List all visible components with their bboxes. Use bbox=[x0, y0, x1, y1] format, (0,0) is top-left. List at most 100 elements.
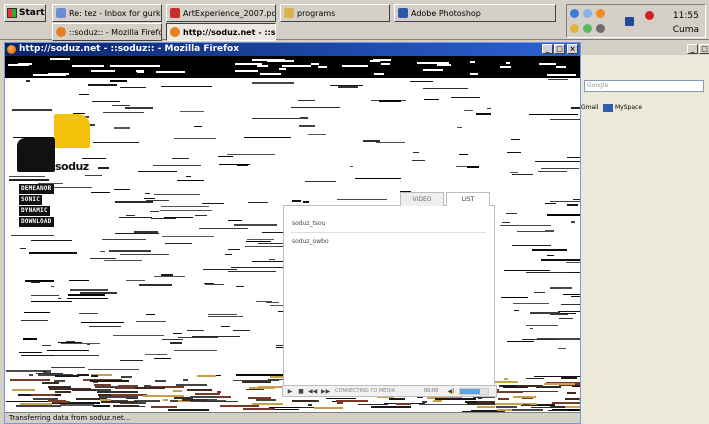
glitch-band-streak bbox=[29, 374, 33, 376]
speaker-icon[interactable]: ◀) bbox=[447, 387, 455, 396]
antivirus-icon[interactable] bbox=[645, 11, 654, 20]
glitch-streak bbox=[21, 320, 48, 321]
header-glitch-line bbox=[267, 60, 294, 62]
google-search-input[interactable]: Google bbox=[584, 80, 704, 92]
menu-item-dynamic[interactable]: DYNAMIC bbox=[19, 206, 50, 216]
glitch-streak bbox=[146, 200, 169, 201]
tray-icon[interactable] bbox=[570, 9, 579, 18]
tab-list[interactable]: LIST bbox=[446, 192, 490, 206]
glitch-band-streak bbox=[477, 406, 495, 408]
glitch-band-streak bbox=[155, 380, 166, 382]
glitch-band-streak bbox=[433, 400, 442, 402]
glitch-streak bbox=[31, 240, 72, 241]
playlist-item[interactable]: soduz_tsou bbox=[292, 220, 326, 227]
glitch-streak bbox=[237, 165, 248, 166]
forward-icon[interactable]: ▶▶ bbox=[321, 387, 330, 396]
close-button[interactable]: × bbox=[567, 44, 578, 54]
glitch-streak bbox=[467, 166, 479, 168]
bookmark-gmail[interactable]: Gmail bbox=[581, 104, 599, 111]
glitch-streak bbox=[305, 181, 336, 182]
glitch-streak bbox=[561, 313, 576, 314]
glitch-streak bbox=[134, 231, 158, 233]
volume-slider[interactable] bbox=[459, 388, 489, 395]
glitch-streak bbox=[120, 87, 146, 88]
minimize-button[interactable]: _ bbox=[542, 44, 553, 54]
glitch-streak bbox=[234, 224, 277, 226]
glitch-streak bbox=[512, 174, 533, 175]
glitch-streak bbox=[113, 335, 164, 336]
tray-icon[interactable] bbox=[570, 24, 579, 33]
glitch-streak bbox=[228, 249, 240, 250]
play-icon[interactable]: ▶ bbox=[286, 387, 294, 396]
glitch-streak bbox=[26, 80, 30, 82]
glitch-streak bbox=[195, 215, 207, 216]
glitch-streak bbox=[120, 254, 169, 255]
glitch-streak bbox=[567, 204, 578, 206]
glitch-band-streak bbox=[182, 399, 207, 401]
glitch-streak bbox=[204, 283, 214, 284]
glitch-band-streak bbox=[48, 386, 71, 388]
header-glitch-line bbox=[423, 69, 443, 71]
tray-icon[interactable] bbox=[583, 24, 592, 33]
taskbar-button-inbox[interactable]: Re: tez - Inbox for gurka... bbox=[52, 4, 162, 22]
tray-icon[interactable] bbox=[583, 9, 592, 18]
glitch-streak bbox=[180, 111, 204, 112]
glitch-streak bbox=[534, 376, 580, 377]
taskbar-button-pdf[interactable]: ArtExperience_2007.pdf... bbox=[166, 4, 276, 22]
glitch-streak bbox=[173, 333, 182, 334]
taskbar-button-programs[interactable]: programs bbox=[280, 4, 390, 22]
glitch-band-streak bbox=[371, 406, 411, 408]
glitch-streak bbox=[67, 298, 108, 299]
taskbar-button-firefox-soduz[interactable]: ::soduz:: - Mozilla Firefox bbox=[52, 23, 162, 41]
glitch-band-streak bbox=[135, 387, 165, 389]
start-button[interactable]: Start bbox=[4, 4, 46, 22]
minimize-button[interactable]: _ bbox=[687, 44, 698, 54]
glitch-streak bbox=[42, 371, 47, 372]
player-status: CONNECTING TO MEDIA bbox=[335, 388, 396, 394]
taskbar-button-label: Re: tez - Inbox for gurka... bbox=[69, 8, 161, 18]
glitch-streak bbox=[92, 101, 120, 102]
taskbar-button-firefox-active[interactable]: http://soduz.net - ::s... bbox=[166, 23, 276, 41]
glitch-band-streak bbox=[90, 380, 129, 382]
stop-icon[interactable]: ■ bbox=[297, 387, 305, 396]
header-glitch-line bbox=[311, 63, 319, 65]
maximize-button[interactable]: □ bbox=[699, 44, 709, 54]
rewind-icon[interactable]: ◀◀ bbox=[308, 387, 317, 396]
header-glitch-line bbox=[437, 64, 451, 66]
player-controls: ▶ ■ ◀◀ ▶▶ CONNECTING TO MEDIA 00:00 ◀) bbox=[282, 385, 497, 397]
glitch-streak bbox=[164, 217, 193, 218]
glitch-streak bbox=[308, 134, 326, 135]
glitch-streak bbox=[412, 160, 425, 161]
glitch-band-streak bbox=[99, 396, 138, 398]
glitch-streak bbox=[100, 251, 105, 252]
glitch-band-streak bbox=[561, 377, 577, 379]
clock[interactable]: 11:55 Cuma bbox=[673, 9, 699, 37]
glitch-streak bbox=[534, 292, 545, 293]
glitch-streak bbox=[24, 312, 50, 313]
glitch-streak bbox=[87, 344, 90, 345]
window-title: http://soduz.net - ::soduz:: - Mozilla F… bbox=[19, 44, 240, 54]
menu-item-sonic[interactable]: SONIC bbox=[19, 195, 43, 205]
bookmark-myspace[interactable]: MySpace bbox=[615, 104, 642, 111]
folder-icon bbox=[284, 8, 294, 18]
glitch-streak bbox=[85, 175, 102, 176]
taskbar-button-photoshop[interactable]: Adobe Photoshop bbox=[394, 4, 556, 22]
tab-video[interactable]: VIDEO bbox=[400, 192, 444, 206]
menu-item-download[interactable]: DOWNLOAD bbox=[19, 217, 54, 227]
glitch-streak bbox=[68, 294, 105, 296]
firefox-icon bbox=[170, 27, 180, 37]
player-time: 00:00 bbox=[424, 388, 439, 394]
window-titlebar[interactable]: http://soduz.net - ::soduz:: - Mozilla F… bbox=[5, 43, 580, 56]
glitch-streak bbox=[228, 220, 242, 221]
maximize-button[interactable]: □ bbox=[554, 44, 565, 54]
glitch-streak bbox=[82, 158, 106, 159]
language-icon[interactable] bbox=[625, 17, 634, 26]
header-glitch-line bbox=[547, 74, 576, 76]
tray-icon[interactable] bbox=[596, 24, 605, 33]
glitch-streak bbox=[358, 404, 388, 405]
tray-icon[interactable] bbox=[596, 9, 605, 18]
header-glitch-line bbox=[318, 66, 327, 68]
menu-item-demeanor[interactable]: DEMEANOR bbox=[19, 184, 54, 194]
glitch-streak bbox=[464, 110, 473, 111]
playlist-item[interactable]: soduz_owbo bbox=[292, 238, 329, 245]
